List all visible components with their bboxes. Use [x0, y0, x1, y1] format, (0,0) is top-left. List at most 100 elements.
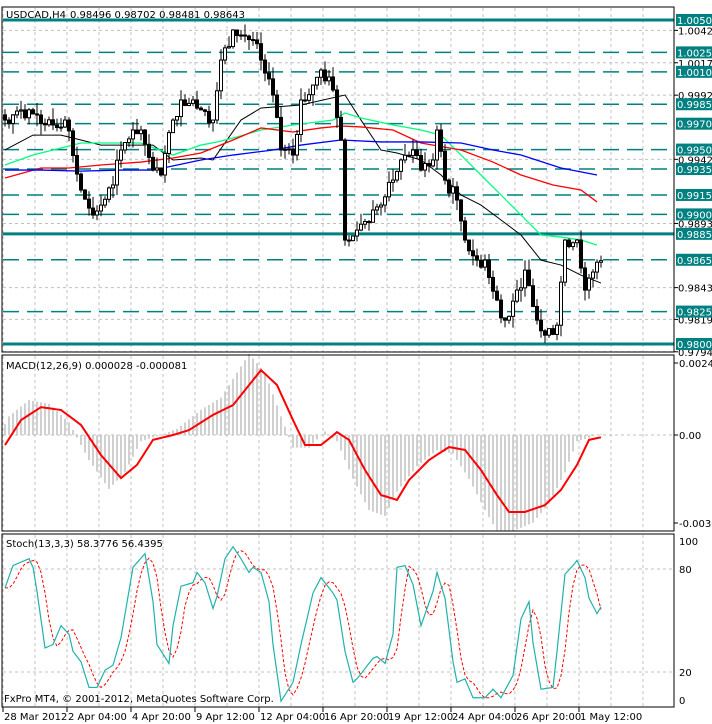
bullish-candle [411, 149, 415, 157]
bullish-candle [403, 154, 407, 161]
bearish-candle [255, 39, 259, 45]
bearish-candle [271, 78, 275, 96]
bearish-candle [3, 114, 7, 121]
bullish-candle [19, 109, 23, 112]
bullish-candle [391, 179, 395, 183]
macd-title: MACD(12,26,9) 0.000028 -0.000081 [6, 361, 187, 372]
bullish-candle [559, 281, 563, 326]
bearish-candle [539, 319, 543, 332]
level-label: 0.98250 [677, 308, 712, 319]
bullish-candle [519, 287, 523, 291]
bullish-candle [63, 119, 67, 128]
bullish-candle [547, 328, 551, 336]
bearish-candle [527, 269, 531, 287]
bullish-candle [383, 196, 387, 206]
bearish-candle [499, 299, 503, 319]
bullish-candle [555, 324, 559, 335]
bearish-candle [83, 189, 87, 200]
bearish-candle [339, 116, 343, 141]
bearish-candle [443, 150, 447, 181]
bearish-candle [79, 173, 83, 191]
bullish-candle [363, 221, 367, 225]
bearish-candle [275, 94, 279, 118]
bearish-candle [531, 285, 535, 307]
bullish-candle [355, 229, 359, 237]
bearish-candle [463, 220, 467, 241]
bullish-candle [515, 289, 519, 302]
symbol-label: USDCAD,H4 [6, 10, 66, 21]
bearish-candle [87, 198, 91, 209]
bearish-candle [323, 69, 327, 82]
level-label: 1.00100 [677, 68, 712, 79]
copyright-text: FxPro MT4, © 2001-2012, MetaQuotes Softw… [4, 694, 274, 705]
level-label: 0.98000 [677, 340, 712, 351]
bullish-candle [351, 235, 355, 242]
bullish-candle [283, 148, 287, 151]
bullish-candle [435, 129, 439, 161]
bearish-candle [195, 99, 199, 109]
bearish-candle [267, 72, 271, 80]
bearish-candle [43, 122, 47, 126]
bearish-candle [143, 129, 147, 145]
bullish-candle [211, 119, 215, 124]
level-label: 0.98850 [677, 230, 712, 241]
bullish-candle [315, 76, 319, 86]
bullish-candle [327, 76, 331, 82]
date-axis-label: 12 Apr 04:00 [260, 712, 325, 723]
price-panel-frame [1, 6, 675, 353]
bullish-candle [95, 210, 99, 216]
stoch-axis-label: 0 [679, 696, 685, 707]
bearish-candle [447, 179, 451, 194]
bullish-candle [139, 129, 143, 135]
level-label: 0.99000 [677, 210, 712, 221]
level-label: 1.00250 [677, 48, 712, 59]
bullish-candle [179, 99, 183, 118]
level-label: 0.98650 [677, 256, 712, 267]
bearish-candle [419, 155, 423, 171]
bullish-candle [187, 102, 191, 106]
date-axis-label: 9 Apr 12:00 [196, 712, 255, 723]
bullish-candle [167, 132, 171, 154]
bullish-candle [27, 109, 31, 119]
bullish-candle [395, 170, 399, 181]
date-axis-label: 28 Mar 2012 [4, 712, 67, 723]
bearish-candle [291, 148, 295, 156]
stoch-main-line [4, 545, 602, 703]
bearish-candle [7, 119, 11, 125]
bullish-candle [299, 99, 303, 135]
bullish-candle [123, 141, 127, 151]
bullish-candle [119, 149, 123, 161]
bullish-candle [587, 277, 591, 291]
level-label: 0.99850 [677, 100, 712, 111]
bearish-candle [467, 239, 471, 252]
bullish-candle [219, 59, 223, 92]
bearish-candle [259, 43, 263, 61]
stochastic-indicator [3, 545, 674, 703]
bearish-candle [31, 109, 35, 115]
bearish-candle [159, 167, 163, 176]
bullish-candle [359, 223, 363, 231]
bullish-candle [423, 162, 427, 171]
bearish-candle [55, 124, 59, 128]
bearish-candle [567, 239, 571, 248]
bearish-candle [491, 276, 495, 292]
bullish-candle [507, 315, 511, 321]
bearish-candle [415, 149, 419, 157]
level-label: 0.99700 [677, 120, 712, 131]
bullish-candle [387, 181, 391, 198]
bullish-candle [131, 129, 135, 140]
level-label: 0.99500 [677, 146, 712, 157]
bearish-candle [71, 130, 75, 156]
bearish-candle [303, 99, 307, 102]
bullish-candle [563, 239, 567, 283]
bullish-candle [451, 186, 455, 194]
bullish-candle [295, 133, 299, 156]
bearish-candle [207, 110, 211, 124]
bearish-candle [251, 39, 255, 42]
bullish-candle [227, 46, 231, 49]
date-axis-label: 2 Apr 04:00 [68, 712, 127, 723]
bearish-candle [203, 109, 207, 112]
bearish-candle [543, 330, 547, 336]
mt4-chart-window: 1.004201.001700.999200.994250.989300.984… [1, 6, 712, 723]
bearish-candle [67, 119, 71, 132]
